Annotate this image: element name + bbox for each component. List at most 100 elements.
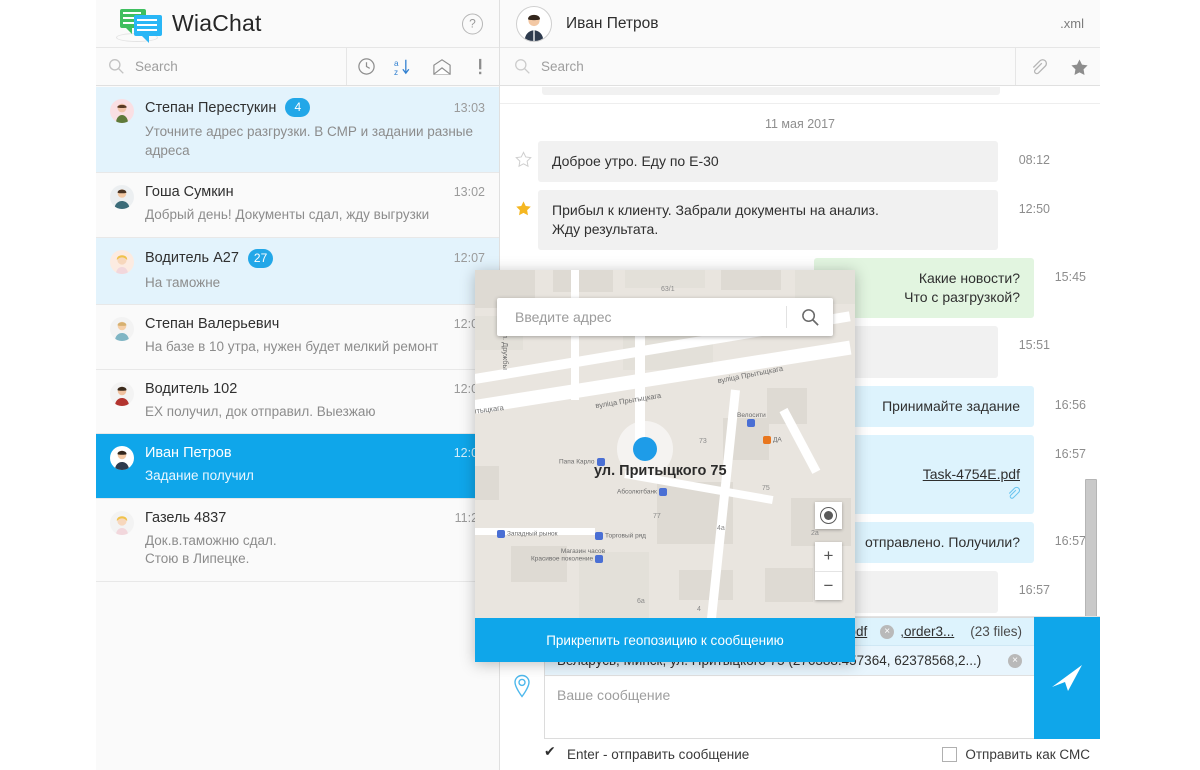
chat-item-name: Иван Петров: [145, 445, 232, 461]
message-input[interactable]: [545, 676, 1034, 738]
contact-name: Иван Петров: [566, 15, 659, 33]
chat-item-preview: Добрый день! Документы сдал, жду выгрузк…: [145, 206, 485, 225]
search-icon: [514, 58, 531, 75]
avatar: [110, 99, 134, 123]
chat-search-input[interactable]: [135, 59, 346, 74]
message-search-bar: [500, 48, 1100, 86]
chat-list-item[interactable]: Водитель А27 27 12:07 На таможне: [96, 238, 499, 306]
unread-badge: 4: [285, 98, 310, 117]
message-search-container[interactable]: [500, 48, 1016, 85]
svg-text:z: z: [394, 68, 398, 77]
chat-item-preview: На таможне: [145, 274, 485, 293]
chat-list-panel: WiaChat ? a z: [96, 0, 500, 770]
map-house-number: 6а: [637, 598, 645, 605]
map-house-number: 77: [653, 513, 661, 520]
avatar: [110, 250, 134, 274]
chat-list-item[interactable]: Степан Валерьевич 12:05 На базе в 10 утр…: [96, 305, 499, 370]
map-canvas[interactable]: вулiца Прытыцкага вулiца Прытыцкага ытыц…: [475, 270, 855, 618]
chat-item-body: Гоша Сумкин 13:02 Добрый день! Документы…: [145, 184, 485, 225]
avatar: [110, 185, 134, 209]
star-filled-icon[interactable]: [508, 190, 538, 222]
map-house-number: 75: [762, 485, 770, 492]
zoom-in-button[interactable]: +: [815, 542, 842, 572]
chat-item-preview: Док.в.таможню сдал. Стою в Липецке.: [145, 532, 485, 569]
svg-text:a: a: [394, 59, 399, 68]
location-pin-icon[interactable]: [512, 674, 532, 703]
enter-send-option[interactable]: Enter - отправить сообщение: [544, 747, 749, 762]
chat-item-preview: Задание получил: [145, 467, 485, 486]
message-time: 16:56: [1034, 386, 1086, 412]
recent-icon[interactable]: [347, 48, 385, 86]
chat-item-preview: EX получил, док отправил. Выезжаю: [145, 403, 485, 422]
message-search-input[interactable]: [541, 59, 1015, 74]
chat-item-name: Водитель 102: [145, 381, 237, 397]
chat-search-container[interactable]: [96, 48, 347, 85]
message-partial-above: [500, 87, 1100, 103]
map-address-label: ул. Притыцкого 75: [594, 463, 727, 479]
remove-geo-icon[interactable]: ×: [1008, 654, 1022, 668]
attachment-name-2[interactable]: ,order3...: [900, 624, 954, 639]
message-bubble: Прибыл к клиенту. Забрали документы на а…: [538, 190, 998, 250]
message-time: 16:57: [998, 571, 1050, 597]
paperclip-icon: [1005, 486, 1020, 501]
map-poi: Велосити: [737, 412, 766, 427]
message-time: 08:12: [998, 141, 1050, 167]
my-location-button[interactable]: [815, 502, 842, 529]
contact-avatar: [516, 6, 552, 42]
attachments-filter-icon[interactable]: [1016, 48, 1058, 86]
unread-badge: 27: [248, 249, 273, 268]
map-house-number: 2а: [811, 530, 819, 537]
attach-geolocation-button[interactable]: Прикрепить геопозицию к сообщению: [475, 618, 855, 662]
message-row: Прибыл к клиенту. Забрали документы на а…: [500, 190, 1100, 250]
enter-send-checkbox[interactable]: [544, 747, 559, 762]
map-zoom-controls[interactable]: + −: [815, 542, 842, 600]
chat-search-bar: a z: [96, 48, 499, 86]
remove-attachment-icon[interactable]: ×: [880, 625, 894, 639]
xml-label[interactable]: .xml: [1060, 16, 1084, 31]
zoom-out-button[interactable]: −: [815, 572, 842, 601]
chat-list-item-selected[interactable]: Иван Петров 12:02 Задание получил: [96, 434, 499, 499]
chat-list-item[interactable]: Водитель 102 12:04 EX получил, док отпра…: [96, 370, 499, 435]
map-location-pin: [633, 437, 657, 461]
unread-mail-icon[interactable]: [423, 48, 461, 86]
star-outline-icon[interactable]: [508, 141, 538, 173]
map-poi: Абсолютбанк: [617, 488, 669, 496]
sms-checkbox[interactable]: [942, 747, 957, 762]
chat-item-name: Степан Перестукин: [145, 100, 276, 116]
sort-az-icon[interactable]: a z: [385, 48, 423, 86]
file-attachment-link[interactable]: Task-4754E.pdf: [923, 466, 1020, 482]
map-street-label: ытыцкага: [475, 403, 504, 416]
avatar: [110, 317, 134, 341]
map-search-box[interactable]: [497, 298, 833, 336]
sms-send-option[interactable]: Отправить как СМС: [942, 747, 1090, 762]
message-bubble: Доброе утро. Еду по Е-30: [538, 141, 998, 182]
chat-item-body: Водитель А27 27 12:07 На таможне: [145, 249, 485, 293]
send-button[interactable]: [1034, 617, 1100, 739]
conversation-header: Иван Петров .xml: [500, 0, 1100, 48]
chat-list-item[interactable]: Гоша Сумкин 13:02 Добрый день! Документы…: [96, 173, 499, 238]
map-house-number: 4: [697, 606, 701, 613]
app-header: WiaChat ?: [96, 0, 499, 48]
chat-list-item[interactable]: Газель 4837 11:27 Док.в.таможню сдал. Ст…: [96, 499, 499, 582]
sms-label: Отправить как СМС: [965, 747, 1090, 762]
chat-list-tools: a z: [347, 48, 499, 85]
app-title: WiaChat: [172, 10, 262, 37]
starred-filter-icon[interactable]: [1058, 48, 1100, 86]
chat-item-name: Гоша Сумкин: [145, 184, 234, 200]
chat-list[interactable]: Степан Перестукин 4 13:03 Уточните адрес…: [96, 87, 499, 770]
map-address-input[interactable]: [497, 309, 786, 325]
chat-list-item[interactable]: Степан Перестукин 4 13:03 Уточните адрес…: [96, 87, 499, 173]
chat-item-preview: На базе в 10 утра, нужен будет мелкий ре…: [145, 338, 485, 357]
message-time: 15:45: [1034, 258, 1086, 284]
map-house-number: 4а: [717, 525, 725, 532]
message-scrollbar[interactable]: [1085, 479, 1097, 616]
help-icon[interactable]: ?: [462, 13, 483, 34]
geolocation-modal: вулiца Прытыцкага вулiца Прытыцкага ытыц…: [475, 270, 855, 662]
search-icon: [108, 58, 125, 75]
magnifier-icon[interactable]: [787, 308, 833, 327]
date-separator: 11 мая 2017: [500, 103, 1100, 141]
important-icon[interactable]: [461, 48, 499, 86]
map-poi: ДА: [761, 436, 782, 444]
map-poi: Магазин часов Красивое поколение: [531, 548, 605, 563]
attachment-count: (23 files): [970, 624, 1022, 639]
